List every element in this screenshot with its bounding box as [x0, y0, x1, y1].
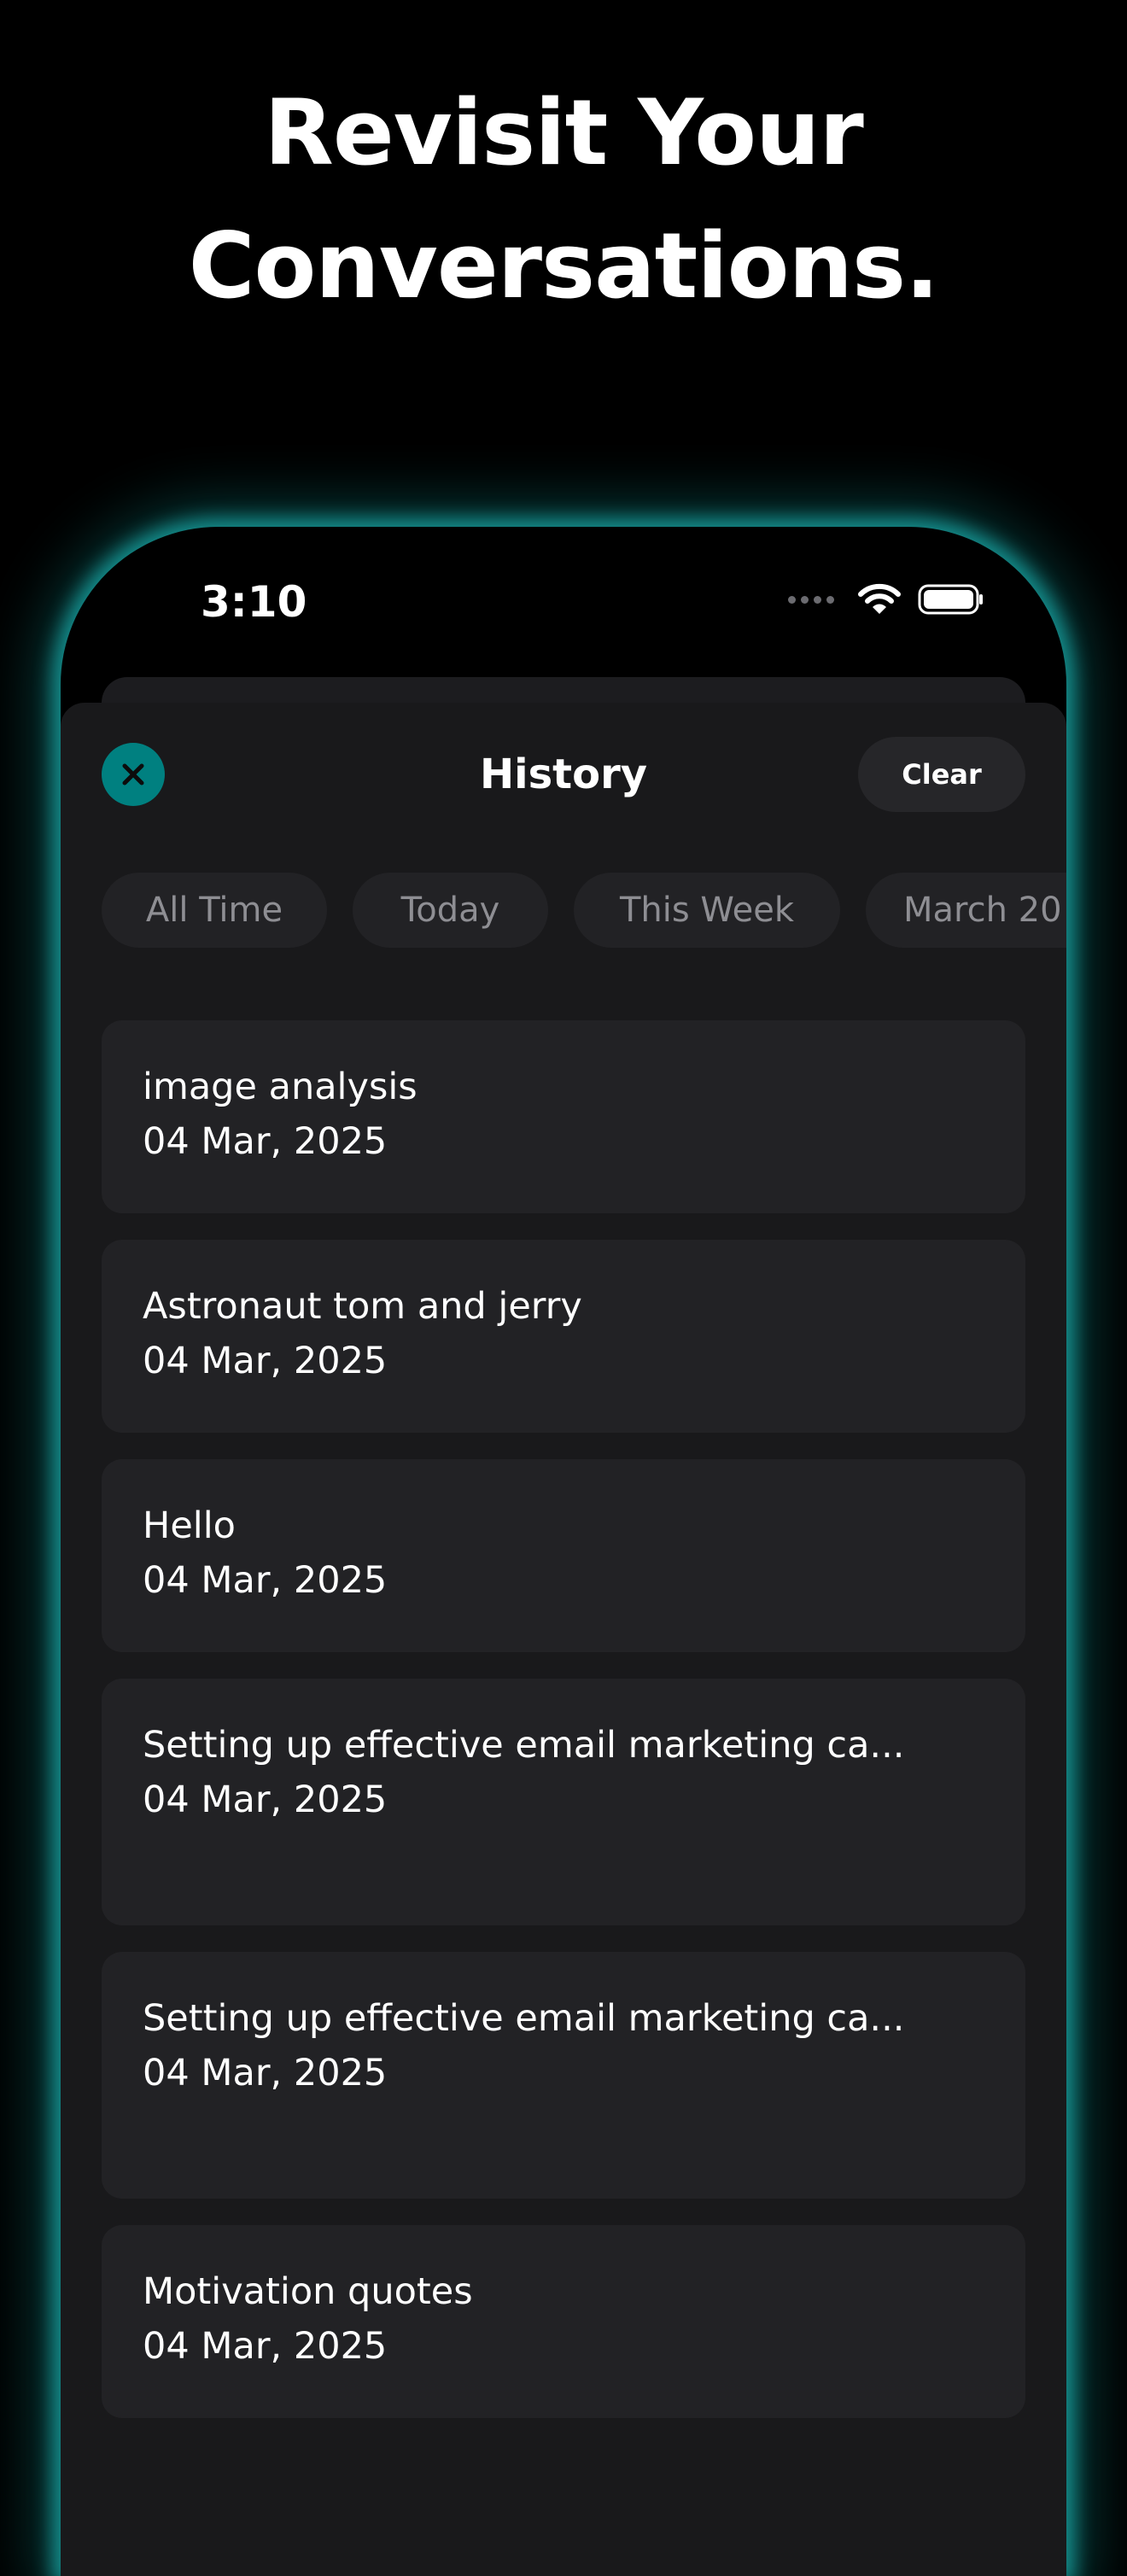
history-item[interactable]: Setting up effective email marketing ca.…: [102, 1952, 1025, 2199]
history-item[interactable]: Hello 04 Mar, 2025: [102, 1459, 1025, 1652]
history-item[interactable]: Setting up effective email marketing ca.…: [102, 1679, 1025, 1925]
history-item-date: 04 Mar, 2025: [143, 1340, 388, 1382]
close-icon: [122, 763, 144, 786]
history-item-date: 04 Mar, 2025: [143, 1559, 388, 1602]
headline-line-2: Conversations.: [188, 213, 940, 318]
history-item-date: 04 Mar, 2025: [143, 2325, 388, 2368]
filter-chip-all-time[interactable]: All Time: [102, 873, 327, 948]
filter-chip-this-week[interactable]: This Week: [574, 873, 840, 948]
history-item-title: Motivation quotes: [143, 2270, 473, 2313]
headline-line-1: Revisit Your: [264, 80, 864, 185]
headline: Revisit Your Conversations.: [0, 67, 1127, 333]
filter-chip-march[interactable]: March 20: [866, 873, 1066, 948]
close-button[interactable]: [102, 743, 165, 806]
history-item-date: 04 Mar, 2025: [143, 1779, 388, 1821]
battery-icon: [918, 584, 983, 615]
history-item[interactable]: Astronaut tom and jerry 04 Mar, 2025: [102, 1240, 1025, 1433]
filter-chip-today[interactable]: Today: [353, 873, 548, 948]
history-sheet: History Clear All Time Today This Week Marc…: [61, 703, 1066, 2576]
history-item-title: image analysis: [143, 1066, 418, 1108]
filter-chips: All Time Today This Week March 20: [102, 873, 1066, 949]
clear-button[interactable]: Clear: [858, 737, 1025, 812]
history-item-title: Setting up effective email marketing ca.…: [143, 1724, 905, 1767]
phone-frame: 3:10 History Clear All Time Today This Wee…: [61, 527, 1066, 2576]
status-time: 3:10: [201, 577, 307, 627]
history-item[interactable]: image analysis 04 Mar, 2025: [102, 1020, 1025, 1213]
history-item-title: Hello: [143, 1504, 236, 1547]
wifi-icon: [858, 583, 901, 614]
history-item-title: Astronaut tom and jerry: [143, 1285, 582, 1328]
cellular-signal-icon: [788, 595, 839, 604]
history-item-date: 04 Mar, 2025: [143, 1120, 388, 1163]
history-item-date: 04 Mar, 2025: [143, 2052, 388, 2094]
history-item[interactable]: Motivation quotes 04 Mar, 2025: [102, 2225, 1025, 2418]
status-icons: [788, 583, 984, 616]
history-item-title: Setting up effective email marketing ca.…: [143, 1997, 905, 2040]
